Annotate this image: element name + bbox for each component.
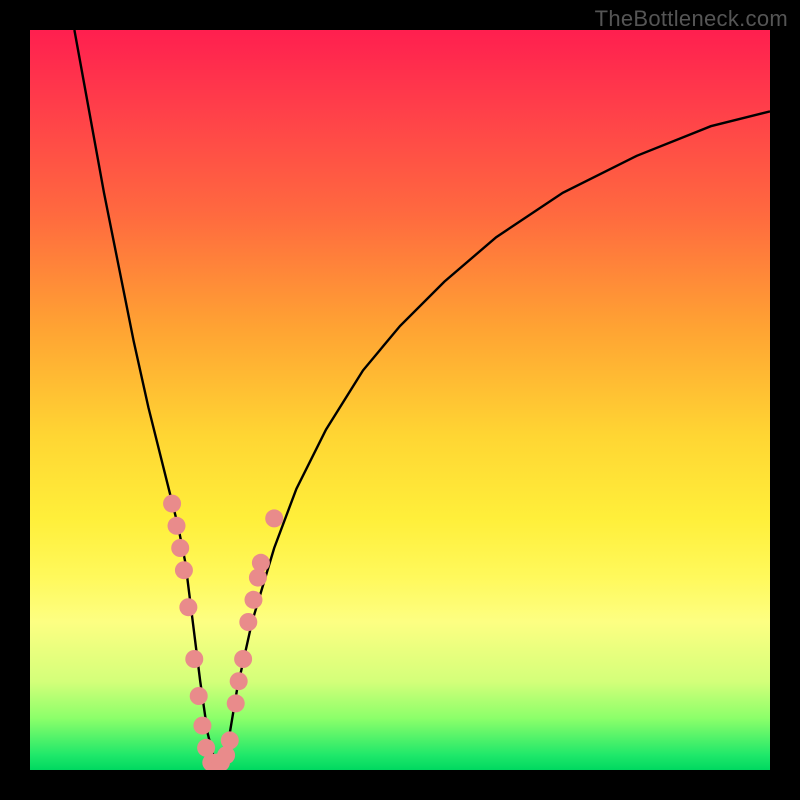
marker-point: [227, 694, 245, 712]
plot-area: [30, 30, 770, 770]
marker-point: [190, 687, 208, 705]
marker-point: [252, 554, 270, 572]
marker-point: [185, 650, 203, 668]
marker-point: [249, 569, 267, 587]
marker-point: [265, 509, 283, 527]
marker-point: [230, 672, 248, 690]
marker-point: [179, 598, 197, 616]
marker-point: [193, 717, 211, 735]
chart-svg: [30, 30, 770, 770]
marker-point: [171, 539, 189, 557]
marker-point: [244, 591, 262, 609]
watermark-text: TheBottleneck.com: [595, 6, 788, 32]
marker-point: [168, 517, 186, 535]
marker-point: [234, 650, 252, 668]
marker-point: [221, 731, 239, 749]
marker-point: [163, 495, 181, 513]
chart-frame: TheBottleneck.com: [0, 0, 800, 800]
bottleneck-curve: [74, 30, 770, 763]
marker-point: [175, 561, 193, 579]
marker-point: [239, 613, 257, 631]
